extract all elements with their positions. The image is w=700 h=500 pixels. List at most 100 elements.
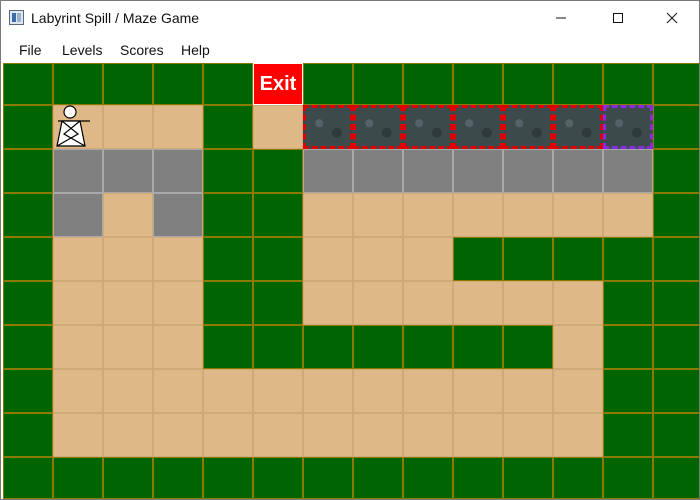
maze-cell-wall: [653, 193, 699, 237]
maze-cell-path: [403, 413, 453, 457]
maze-cell-path: [553, 281, 603, 325]
maze-cell-wall: [3, 237, 53, 281]
maze-cell-wall: [503, 325, 553, 369]
maze-cell-path: [153, 281, 203, 325]
maze-cell-wall: [253, 281, 303, 325]
maze-cell-path: [103, 369, 153, 413]
maze-cell-path: [403, 237, 453, 281]
maze-cell-path: [553, 325, 603, 369]
maze-cell-path: [103, 281, 153, 325]
maze-cell-wall: [503, 237, 553, 281]
maze-cell-wall: [603, 63, 653, 105]
minimize-button[interactable]: [538, 1, 584, 35]
close-button[interactable]: [649, 1, 695, 35]
maze-cell-wall: [653, 63, 699, 105]
maze-cell-path: [353, 369, 403, 413]
maze-cell-path: [103, 193, 153, 237]
maximize-button[interactable]: [595, 1, 641, 35]
menu-help[interactable]: Help: [181, 42, 210, 58]
maze-cell-path: [503, 413, 553, 457]
maze-cell-wall: [603, 413, 653, 457]
maze-cell-path: [453, 413, 503, 457]
maze-cell-path: [503, 369, 553, 413]
window-title: Labyrint Spill / Maze Game: [31, 10, 200, 26]
player-icon[interactable]: [53, 105, 103, 150]
maze-cell-path: [303, 413, 353, 457]
maze-cell-path: [503, 193, 553, 237]
maze-cell-tile: [353, 105, 403, 149]
maze-cell-wall: [453, 63, 503, 105]
maze-cell-wall: [53, 457, 103, 499]
maze-cell-path: [153, 369, 203, 413]
maze-cell-wall: [203, 193, 253, 237]
maze-cell-stone: [303, 149, 353, 193]
maze-cell-wall: [203, 63, 253, 105]
maze-cell-wall: [653, 105, 699, 149]
maze-cell-path: [153, 105, 203, 149]
maze-cell-path: [453, 369, 503, 413]
maze-cell-path: [203, 413, 253, 457]
minimize-icon: [556, 17, 566, 19]
menu-scores[interactable]: Scores: [120, 42, 164, 58]
maze-cell-wall: [153, 457, 203, 499]
title-bar[interactable]: Labyrint Spill / Maze Game: [1, 1, 699, 35]
maze-cell-wall: [203, 457, 253, 499]
maze-cell-wall: [203, 149, 253, 193]
maze-cell-stone: [153, 193, 203, 237]
maze-cell-wall: [653, 413, 699, 457]
maze-cell-wall: [353, 63, 403, 105]
maze-cell-path: [353, 237, 403, 281]
maze-cell-path: [53, 281, 103, 325]
maze-cell-wall: [653, 281, 699, 325]
maze-cell-wall: [553, 457, 603, 499]
maze-cell-path: [103, 413, 153, 457]
maze-cell-wall: [3, 457, 53, 499]
maze-cell-wall: [603, 457, 653, 499]
maze-cell-wall: [253, 237, 303, 281]
maze-cell-path: [203, 369, 253, 413]
maze-cell-wall: [553, 63, 603, 105]
maze-cell-path: [53, 369, 103, 413]
maze-cell-wall: [3, 325, 53, 369]
maze-cell-wall: [653, 457, 699, 499]
maze-cell-path: [303, 237, 353, 281]
maze-board[interactable]: Exit: [3, 63, 699, 499]
menu-file[interactable]: File: [19, 42, 42, 58]
maze-cell-wall: [203, 281, 253, 325]
maze-cell-wall: [653, 369, 699, 413]
maze-cell-wall: [353, 325, 403, 369]
app-icon: [9, 10, 24, 25]
maze-cell-path: [253, 369, 303, 413]
maze-cell-path: [103, 237, 153, 281]
maze-cell-stone: [603, 149, 653, 193]
maze-cell-tile: [303, 105, 353, 149]
maze-cell-path: [53, 325, 103, 369]
maze-cell-path: [103, 325, 153, 369]
maze-cell-wall: [203, 325, 253, 369]
maze-cell-wall: [453, 325, 503, 369]
maze-cell-wall: [503, 63, 553, 105]
maze-cell-wall: [353, 457, 403, 499]
maze-cell-stone: [53, 193, 103, 237]
maze-cell-wall: [653, 149, 699, 193]
maze-cell-path: [603, 193, 653, 237]
maze-cell-stone: [503, 149, 553, 193]
maze-cell-wall: [603, 281, 653, 325]
maze-cell-wall: [503, 457, 553, 499]
maze-cell-path: [403, 369, 453, 413]
maze-cell-wall: [3, 281, 53, 325]
maze-cell-path: [353, 413, 403, 457]
maze-cell-wall: [153, 63, 203, 105]
maze-cell-special-tile: [603, 105, 653, 149]
maze-cell-tile: [503, 105, 553, 149]
maze-cell-path: [553, 369, 603, 413]
menu-levels[interactable]: Levels: [62, 42, 102, 58]
maze-cell-path: [153, 237, 203, 281]
maze-cell-stone: [553, 149, 603, 193]
maze-cell-wall: [653, 237, 699, 281]
maze-cell-path: [303, 193, 353, 237]
maze-cell-wall: [3, 63, 53, 105]
maze-cell-wall: [103, 63, 153, 105]
maze-cell-tile: [453, 105, 503, 149]
maze-cell-wall: [603, 369, 653, 413]
